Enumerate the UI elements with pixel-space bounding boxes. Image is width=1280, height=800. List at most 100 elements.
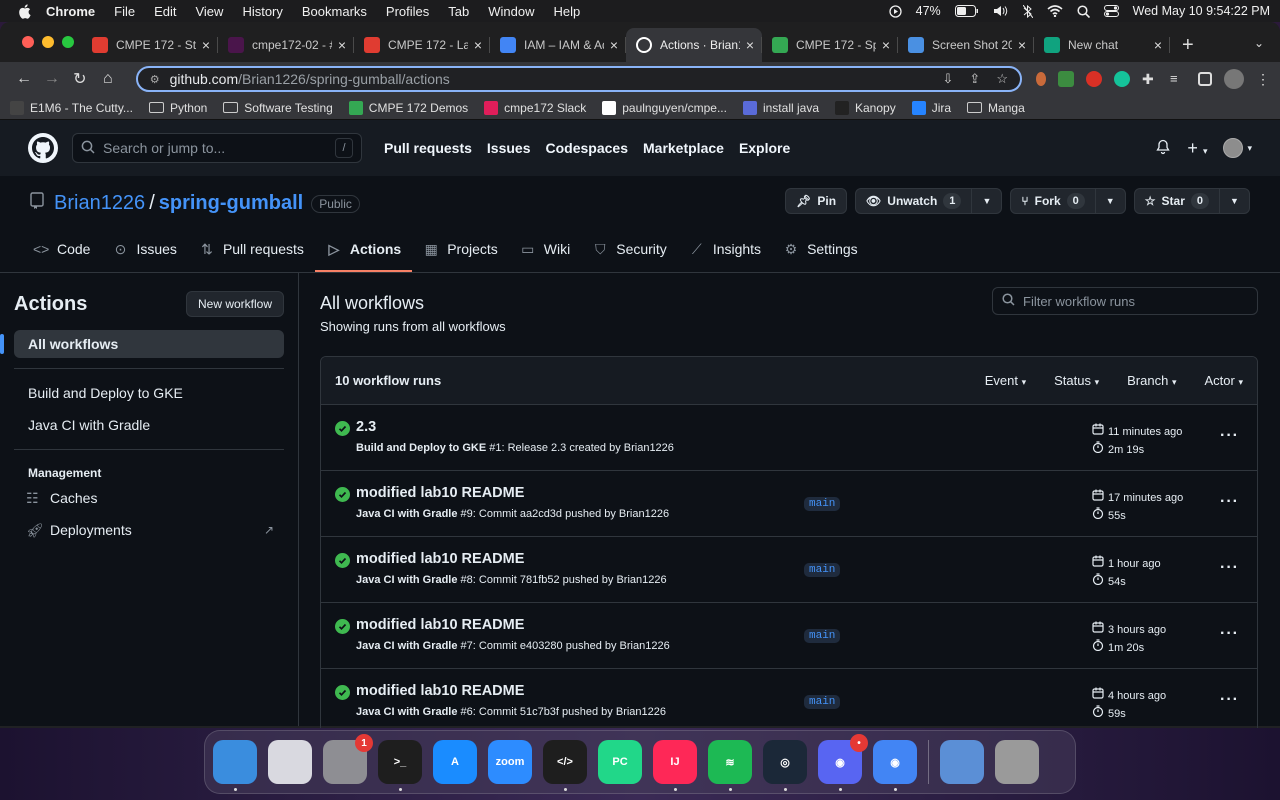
tab-wiki[interactable]: ▭ Wiki [509, 226, 581, 272]
control-center-icon[interactable] [1103, 5, 1119, 17]
browser-tab[interactable]: CMPE 172 - Sta × [82, 28, 218, 62]
share-icon[interactable]: ⇪ [969, 71, 980, 87]
extension-egg-icon[interactable] [1035, 72, 1046, 86]
sidebar-item-build-deploy-gke[interactable]: Build and Deploy to GKE [14, 379, 284, 407]
bookmark-item[interactable]: Jira [911, 100, 951, 115]
steam-icon[interactable]: ◎ [763, 740, 807, 791]
tab-pull-requests[interactable]: ⇅ Pull requests [188, 226, 315, 272]
kebab-menu-icon[interactable]: ··· [1220, 493, 1239, 511]
tab-projects[interactable]: ▦ Projects [412, 226, 509, 272]
zoom-icon[interactable]: zoom [488, 740, 532, 784]
browser-tab[interactable]: CMPE 172 - Lab × [354, 28, 490, 62]
close-tab-icon[interactable]: × [338, 37, 346, 53]
watch-dropdown-icon[interactable]: ▼ [971, 189, 1001, 213]
branch-label[interactable]: main [804, 563, 841, 577]
site-info-icon[interactable]: ⚙ [150, 73, 160, 86]
browser-tab[interactable]: CMPE 172 - Spr × [762, 28, 898, 62]
tab-settings[interactable]: ⚙ Settings [772, 226, 869, 272]
bookmark-item[interactable]: CMPE 172 Demos [348, 100, 468, 115]
nav-marketplace[interactable]: Marketplace [643, 140, 724, 156]
sidebar-item-java-ci-gradle[interactable]: Java CI with Gradle [14, 411, 284, 439]
wifi-icon[interactable] [1047, 5, 1063, 17]
close-tab-icon[interactable]: × [1154, 37, 1162, 53]
side-panel-icon[interactable] [1197, 72, 1212, 86]
chrome-icon[interactable]: ◉ [873, 740, 917, 791]
kebab-menu-icon[interactable]: ··· [1220, 625, 1239, 643]
close-tab-icon[interactable]: × [882, 37, 890, 53]
event-filter-dropdown[interactable]: Event ▾ [985, 373, 1026, 388]
bookmark-item[interactable]: E1M6 - The Cutty... [10, 100, 133, 115]
nav-pull-requests[interactable]: Pull requests [384, 140, 472, 156]
vscode-icon[interactable]: </> [543, 740, 587, 791]
sidebar-item-all-workflows[interactable]: All workflows [0, 330, 284, 358]
terminal-icon[interactable]: >_ [378, 740, 422, 791]
tab-code[interactable]: <> Code [22, 226, 101, 272]
reload-button[interactable]: ↻ [66, 65, 94, 93]
launchpad-icon[interactable] [268, 740, 312, 784]
bookmark-item[interactable]: Manga [967, 101, 1025, 115]
run-title-link[interactable]: modified lab10 README [356, 485, 524, 501]
star-dropdown-icon[interactable]: ▼ [1219, 189, 1249, 213]
menu-help[interactable]: Help [554, 4, 581, 19]
finder-icon[interactable] [213, 740, 257, 791]
tab-issues[interactable]: ⊙ Issues [101, 226, 187, 272]
nav-codespaces[interactable]: Codespaces [546, 140, 628, 156]
browser-tab[interactable]: Screen Shot 20 × [898, 28, 1034, 62]
bluetooth-off-icon[interactable] [1022, 4, 1033, 18]
reading-list-icon[interactable]: ≡ [1170, 71, 1186, 87]
minimize-window-button[interactable] [42, 36, 54, 48]
github-search-input[interactable]: Search or jump to... / [72, 133, 362, 163]
browser-tab[interactable]: New chat × [1034, 28, 1170, 62]
spotlight-search-icon[interactable] [1077, 4, 1090, 18]
extensions-puzzle-icon[interactable]: ✚ [1142, 71, 1158, 87]
bookmark-item[interactable]: paulnguyen/cmpe... [602, 100, 727, 115]
create-new-plus-icon[interactable]: + ▾ [1187, 138, 1207, 159]
sidebar-item-caches[interactable]: ☷ Caches [14, 484, 284, 512]
trash-icon[interactable] [995, 740, 1039, 784]
bookmark-item[interactable]: Python [148, 101, 207, 115]
repo-name-link[interactable]: spring-gumball [159, 192, 303, 215]
tab-insights[interactable]: ⟋ Insights [678, 226, 772, 272]
kebab-menu-icon[interactable]: ··· [1220, 427, 1239, 445]
tab-search-chevron-icon[interactable]: ⌄ [1254, 36, 1264, 50]
apple-logo-icon[interactable] [18, 3, 32, 19]
menu-bookmarks[interactable]: Bookmarks [302, 4, 367, 19]
bookmark-item[interactable]: Software Testing [223, 101, 333, 115]
system-settings-icon[interactable]: 1 [323, 734, 373, 784]
bookmark-item[interactable]: install java [742, 100, 819, 115]
menu-app-name[interactable]: Chrome [46, 4, 95, 19]
kebab-menu-icon[interactable]: ··· [1220, 559, 1239, 577]
close-tab-icon[interactable]: × [610, 37, 618, 53]
browser-tab[interactable]: IAM – IAM & Ad × [490, 28, 626, 62]
extension-badge-icon[interactable] [1057, 71, 1074, 87]
bookmark-star-icon[interactable]: ☆ [996, 71, 1008, 87]
actor-filter-dropdown[interactable]: Actor ▾ [1205, 373, 1244, 388]
fork-button[interactable]: ⑂ Fork 0 ▼ [1010, 188, 1126, 214]
close-tab-icon[interactable]: × [746, 37, 754, 53]
sidebar-item-deployments[interactable]: 🚀︎ Deployments ↗ [14, 516, 284, 544]
menu-datetime[interactable]: Wed May 10 9:54:22 PM [1133, 4, 1270, 18]
run-title-link[interactable]: modified lab10 README [356, 683, 524, 699]
status-filter-dropdown[interactable]: Status ▾ [1054, 373, 1099, 388]
pin-button[interactable]: 📌︎ Pin [785, 188, 848, 214]
menu-history[interactable]: History [242, 4, 282, 19]
screen-record-icon[interactable] [888, 4, 902, 18]
workflow-run-row[interactable]: modified lab10 README Java CI with Gradle… [321, 669, 1257, 728]
volume-icon[interactable] [993, 5, 1009, 17]
repo-owner-link[interactable]: Brian1226 [54, 192, 145, 215]
zoom-window-button[interactable] [62, 36, 74, 48]
battery-icon[interactable] [954, 5, 979, 17]
browser-tab[interactable]: cmpe172-02 - # × [218, 28, 354, 62]
run-title-link[interactable]: modified lab10 README [356, 551, 524, 567]
branch-label[interactable]: main [804, 497, 841, 511]
close-tab-icon[interactable]: × [1018, 37, 1026, 53]
back-button[interactable]: ← [10, 65, 38, 93]
browser-tab[interactable]: Actions · Brian1 × [626, 28, 762, 62]
menu-window[interactable]: Window [488, 4, 534, 19]
workflow-run-row[interactable]: modified lab10 README Java CI with Gradle… [321, 471, 1257, 537]
menu-view[interactable]: View [195, 4, 223, 19]
tab-security[interactable]: ⛉ Security [581, 226, 678, 272]
home-button[interactable]: ⌂ [94, 65, 122, 93]
fork-dropdown-icon[interactable]: ▼ [1094, 189, 1125, 213]
branch-filter-dropdown[interactable]: Branch ▾ [1127, 373, 1176, 388]
